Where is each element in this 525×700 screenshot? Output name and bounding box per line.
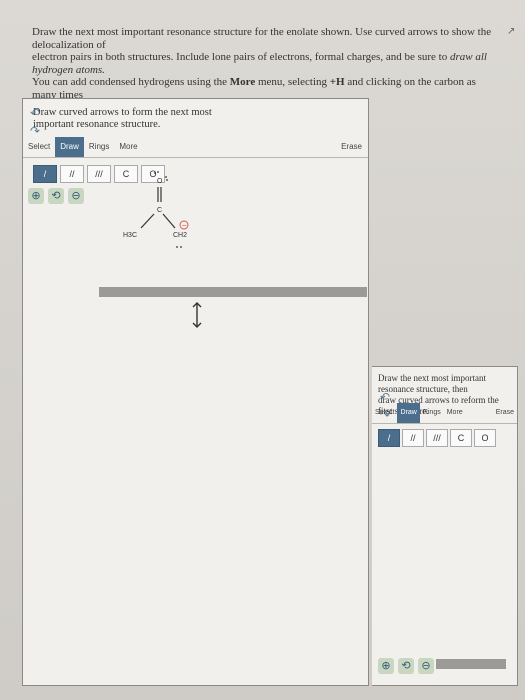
right-oxygen-atom-button[interactable]: O [474, 429, 496, 447]
right-scrollbar[interactable] [436, 659, 506, 669]
enolate-molecule[interactable]: O C H3C CH2 − [103, 159, 223, 269]
left-tab-rings[interactable]: Rings [84, 137, 114, 157]
right-reset-view-icon[interactable]: ⟲ [398, 658, 414, 674]
right-carbon-atom-button[interactable]: C [450, 429, 472, 447]
right-bond-buttons: / // /// C O [378, 429, 496, 447]
right-drawing-panel: Draw the next most important resonance s… [372, 366, 518, 686]
right-zoom-out-icon[interactable]: ⊖ [418, 658, 434, 674]
left-tab-select[interactable]: Select [23, 137, 55, 157]
instructions-line-2: electron pairs in both structures. Inclu… [32, 51, 487, 76]
reset-view-icon[interactable]: ⟲ [48, 188, 64, 204]
left-zoom-controls: ⊕ ⟲ ⊖ [28, 188, 84, 204]
left-tab-erase[interactable]: Erase [336, 137, 368, 157]
right-undo-icon[interactable]: ↶ [380, 390, 390, 404]
left-toolbar: Select Draw Rings More Erase [23, 137, 368, 158]
lone-pair-dot [176, 246, 178, 248]
right-toolbar: Select Draw Rings More Erase [372, 403, 517, 424]
resize-handle-icon[interactable]: ↗ [507, 26, 525, 37]
oxygen-atom-label: O [157, 178, 163, 185]
right-single-bond-button[interactable]: / [378, 429, 400, 447]
right-redo-icon[interactable]: ↷ [380, 408, 390, 422]
undo-icon[interactable]: ↶ [30, 106, 40, 120]
lone-pair-dot [157, 171, 159, 173]
formal-charge-label: − [182, 222, 188, 230]
right-triple-bond-button[interactable]: /// [426, 429, 448, 447]
left-drawing-panel: Draw curved arrows to form the next most… [22, 98, 369, 686]
lone-pair-dot [154, 172, 156, 174]
redo-icon[interactable]: ↷ [30, 124, 40, 138]
methyl-group-label: H3C [123, 232, 137, 239]
left-prompt: Draw curved arrows to form the next most… [33, 107, 212, 130]
ch2-group-label: CH2 [173, 232, 187, 239]
left-double-bond-button[interactable]: // [60, 165, 84, 183]
right-zoom-controls: ⊕ ⟲ ⊖ [378, 658, 434, 674]
lone-pair-dot [166, 179, 168, 181]
right-tab-rings[interactable]: Rings [420, 403, 444, 423]
resonance-arrow-icon [192, 302, 202, 328]
left-scrollbar[interactable] [99, 287, 367, 297]
left-tab-more[interactable]: More [114, 137, 142, 157]
zoom-out-icon[interactable]: ⊖ [68, 188, 84, 204]
lone-pair-dot [180, 246, 182, 248]
left-tab-draw[interactable]: Draw [55, 137, 84, 157]
page: ↗ Draw the next most important resonance… [0, 0, 525, 700]
left-single-bond-button[interactable]: / [33, 165, 57, 183]
right-tab-more[interactable]: More [444, 403, 466, 423]
bond-to-ch2 [162, 213, 176, 229]
lone-pair-dot [165, 176, 167, 178]
right-double-bond-button[interactable]: // [402, 429, 424, 447]
zoom-in-icon[interactable]: ⊕ [28, 188, 44, 204]
right-tab-draw[interactable]: Draw [397, 403, 420, 423]
carbon-atom-label: C [157, 207, 162, 214]
instructions-line-1: Draw the next most important resonance s… [32, 26, 492, 51]
right-zoom-in-icon[interactable]: ⊕ [378, 658, 394, 674]
right-tab-erase[interactable]: Erase [493, 403, 517, 423]
bond-to-methyl [140, 213, 155, 229]
